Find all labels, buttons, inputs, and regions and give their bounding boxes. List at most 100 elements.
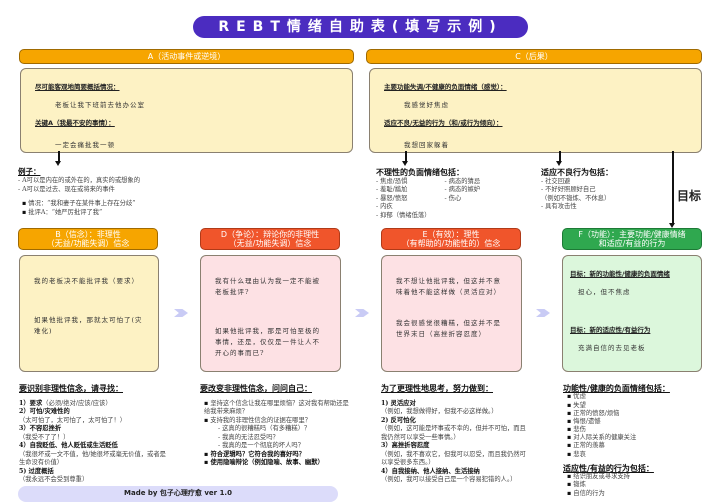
guide-item-title: 4）自我贬低、他人贬低或生活贬低 <box>19 442 118 450</box>
guide-item-title: 2）可怕/灾难性的 <box>19 408 70 416</box>
a-examples: 例子： - A可以是内在的或外在的，真实的或想象的 - A可以是过去、现在或将来… <box>18 167 198 217</box>
emotion-item: - 病态的嫉妒 <box>444 186 481 194</box>
e-guide-title: 为了更理性地思考，努力做到： <box>381 383 493 393</box>
e-header-line: （有帮助的/功能性的）信念 <box>401 239 501 248</box>
emotion-item: 正常的羡慕 <box>567 442 713 450</box>
c-text-2[interactable]: 我想回家躲着 <box>404 139 687 149</box>
guide-subitem: - 我真的是一个彻底的坏人吗？ <box>218 442 304 450</box>
e-text-1[interactable]: 我不想让他批评我，但这并不意味着他不能这样做（灵活应对） <box>396 276 507 298</box>
a-example-title: 例子： <box>18 167 41 176</box>
page-title: REBT情绪自助表(填写示例) <box>193 16 528 38</box>
guide-item: 坚持这个信念让我在哪里烦恼？这对我有帮助还是给我带来麻烦？ <box>204 400 350 417</box>
guide-item-desc: （例如，我可以接受自己是一个容易犯错的人。） <box>381 476 517 484</box>
guide-item-title: 1) 灵活应对 <box>381 399 416 407</box>
guide-item-title: 2) 反可怕化 <box>381 416 416 424</box>
d-text-1[interactable]: 我有什么理由认为我一定不能被老板批评? <box>215 276 326 298</box>
a-box: 尽可能客观地简要概括情况： 老板让我下班前去他办公室 关键A（我最不安的事情）：… <box>20 68 353 153</box>
b-header-line: （无益/功能失调）信念 <box>46 239 130 248</box>
f-guide: 功能性/健康的负面情绪包括： 忧虑 失望 正常的愤怒/烦恼 悔恨/遗憾 悲伤 对… <box>563 383 713 498</box>
e-box: 我不想让他批评我，但这并不意味着他不能这样做（灵活应对） 我会很感觉很糟糕，但这… <box>381 255 522 372</box>
a-label-1: 尽可能客观地简要概括情况： <box>35 83 120 91</box>
e-header: E（有效）：理性 （有帮助的/功能性的）信念 <box>381 228 521 250</box>
b-guide: 要识别非理性信念，请寻找： 1）要求（必须/绝对/应该/应该） 2）可怕/灾难性… <box>19 383 169 485</box>
behavior-item: 自信的行为 <box>567 490 713 498</box>
a-header: A（活动事件或逆境） <box>19 49 354 64</box>
d-guide: 要改变非理性信念，问问自己： 坚持这个信念让我在哪里烦恼？这对我有帮助还是给我带… <box>200 383 350 468</box>
d-header-line: D（争论）：辩论你的非理性 <box>220 229 320 239</box>
e-text-2[interactable]: 我会很感觉很糟糕，但这并不是世界末日（高挫折容忍度） <box>396 318 507 340</box>
c-emotions-title: 不理性的负面情绪包括： <box>376 167 464 177</box>
e-guide: 为了更理性地思考，努力做到： 1) 灵活应对 （例如，我想做得好，但我不必这样做。… <box>381 383 526 485</box>
f-behaviors-title: 适应性/有益的行为包括： <box>563 462 654 473</box>
a-text-2[interactable]: 一定会痛批我一顿 <box>55 139 338 149</box>
behavior-item: - 具有攻击性 <box>541 203 577 211</box>
emotion-item: - 抑郁（情绪低落） <box>376 211 431 219</box>
f-header: F（功能）：主要功能/健康情绪 和适应/有益的行为 <box>562 228 702 250</box>
c-box: 主要功能失调/不健康的负面情绪（感觉）： 我感觉好焦虑 适应不良/无益的行为（和… <box>369 68 702 153</box>
c-header: C（后果） <box>366 49 702 64</box>
guide-item-title: 3）高挫折容忍度 <box>381 442 430 450</box>
chevron-right-icon <box>536 309 550 317</box>
goal-arrow-icon <box>669 151 675 228</box>
guide-item-title: 1）要求 <box>19 399 43 407</box>
d-header: D（争论）：辩论你的非理性 （无益/功能失调）信念 <box>200 228 340 250</box>
emotion-item: 正常的愤怒/烦恼 <box>567 410 713 418</box>
b-header: B（信念）：非理性 （无益/功能失调）信念 <box>18 228 158 250</box>
d-box: 我有什么理由认为我一定不能被老板批评? 如果他批评我，那是可怕至极的事情，还是，… <box>200 255 341 372</box>
goal-label: 目标 <box>677 189 702 203</box>
c-behaviors-title: 适应不良行为包括： <box>541 167 613 177</box>
b-guide-title: 要识别非理性信念，请寻找： <box>19 383 123 393</box>
a-example-bullet: 情况：“我和妻子在某件事上存在分歧” <box>22 200 198 209</box>
f-label-2: 目标：新的适应性/有益行为 <box>570 326 651 334</box>
guide-item-desc: （必须/绝对/应该/应该） <box>42 399 112 407</box>
guide-item-title: 4）自我接纳、他人接纳、生活接纳 <box>381 467 480 475</box>
c-text-1[interactable]: 我感觉好焦虑 <box>404 99 687 109</box>
emotion-item: - 羞耻/尴尬 <box>376 186 408 194</box>
down-arrow-icon <box>402 151 408 166</box>
down-arrow-icon <box>55 151 61 166</box>
f-text-2[interactable]: 充满自信的去见老板 <box>578 342 694 352</box>
behavior-item: 结识朋友或寻求支持 <box>567 473 713 481</box>
d-header-line: （无益/功能失调）信念 <box>228 239 312 248</box>
a-example-line: - A可以是过去、现在或将来的事件 <box>18 185 115 193</box>
emotion-item: - 伤心 <box>444 194 462 202</box>
behavior-item: 锻炼 <box>567 481 713 489</box>
a-example-line: - A可以是内在的或外在的，真实的或想象的 <box>18 177 141 185</box>
e-header-line: E（有效）：理性 <box>422 229 480 239</box>
guide-item: 使用隐喻辩论（例如隐喻、故事、幽默） <box>204 459 350 468</box>
emotion-item: 忧虑 <box>567 393 713 401</box>
f-label-1: 目标：新的功能性/健康的负面情绪 <box>570 270 670 278</box>
b-header-line: B（信念）：非理性 <box>55 229 121 239</box>
emotion-item: 失望 <box>567 402 713 410</box>
guide-item-desc: （例如，我想做得好，但我不必这样做。） <box>381 408 498 416</box>
c-emotions: 不理性的负面情绪包括： - 焦虑/恐惧 - 羞耻/尴尬 - 暴怒/愤怒 - 内疚 - 抑… <box>376 167 536 220</box>
b-box: 我的老板决不能批评我（要求） 如果他批评我，那就太可怕了(灾难化) <box>19 255 159 372</box>
b-text-1[interactable]: 我的老板决不能批评我（要求） <box>34 276 144 287</box>
f-box: 目标：新的功能性/健康的负面情绪 担心，但不焦虑 目标：新的适应性/有益行为 充… <box>562 255 702 372</box>
b-text-2[interactable]: 如果他批评我，那就太可怕了(灾难化) <box>34 315 144 337</box>
guide-item-desc: （例如，这可能是坏事或不幸的，但并不可怕，而且我仍然可以享受一些事情。） <box>381 425 526 441</box>
d-text-2[interactable]: 如果他批评我，那是可怕至极的事情，还是，仅仅是一件让人不开心的事而已? <box>215 326 326 359</box>
guide-item-title: 3）不容忍挫折 <box>19 425 62 433</box>
emotion-item: 悔恨/遗憾 <box>567 418 713 426</box>
guide-item-desc: （例如，我不喜欢它，但我可以忍受，而且我仍然可以享受很多东西。） <box>381 450 526 467</box>
f-emotions-title: 功能性/健康的负面情绪包括： <box>563 383 670 393</box>
f-header-line: F（功能）：主要功能/健康情绪 <box>578 229 686 239</box>
chevron-right-icon <box>174 309 188 317</box>
c-behaviors: 适应不良行为包括： - 社交回避 - 不好好照顾好自己 （例如不锻炼、不休息） … <box>541 167 661 212</box>
d-guide-title: 要改变非理性信念，问问自己： <box>200 383 312 393</box>
guide-item-title: 5) 过度概括 <box>19 467 54 475</box>
guide-item-desc: （我永远不会受到尊重） <box>19 476 89 484</box>
f-text-1[interactable]: 担心，但不焦虑 <box>578 286 694 296</box>
c-label-1: 主要功能失调/不健康的负面情绪（感觉）： <box>384 83 507 91</box>
emotion-item: 悲哀 <box>567 451 713 459</box>
f-header-line: 和适应/有益的行为 <box>598 239 666 248</box>
c-label-2: 适应不良/无益的行为（和/或行为倾向）： <box>384 119 503 127</box>
a-text-1[interactable]: 老板让我下班前去他办公室 <box>55 99 338 109</box>
chevron-right-icon <box>355 309 369 317</box>
guide-subitem: - 这真的很糟糕吗（有多糟糕）？ <box>218 425 311 433</box>
down-arrow-icon <box>556 151 562 166</box>
a-label-2: 关键A（我最不安的事情）： <box>35 119 115 127</box>
behavior-item: - 不好好照顾好自己 <box>541 186 596 194</box>
emotion-item: - 内疚 <box>376 203 393 211</box>
